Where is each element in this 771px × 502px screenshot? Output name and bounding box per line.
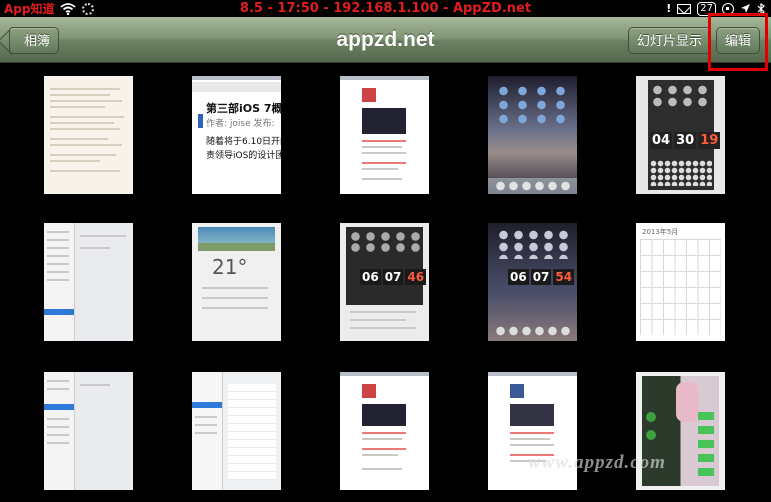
clock-digit: 06 — [360, 269, 381, 285]
photo-thumbnail[interactable]: 06 07 46 — [340, 223, 429, 341]
article-body-line: 随着将于6.10日开的V — [206, 137, 281, 147]
photo-thumbnail[interactable] — [44, 372, 133, 490]
photo-thumbnail[interactable]: 2013年5月 — [636, 223, 725, 341]
app-name-label: App知道 — [4, 2, 55, 16]
back-button-label: 相簿 — [24, 34, 51, 49]
photo-thumbnail[interactable] — [340, 372, 429, 490]
slideshow-button-label: 幻灯片显示 — [637, 34, 703, 49]
photo-thumbnail[interactable]: 06 07 54 — [488, 223, 577, 341]
article-heading: 第三部iOS 7概: — [206, 102, 281, 115]
clock-digit: 46 — [405, 269, 427, 285]
photo-grid: 第三部iOS 7概: 作者: joise 发布: 随着将于6.10日开的V 责领… — [0, 63, 771, 502]
article-body-line: 责领导iOS的设计团队 — [206, 151, 281, 161]
photo-thumbnail[interactable] — [44, 223, 133, 341]
photo-thumbnail[interactable] — [192, 372, 281, 490]
photo-thumbnail[interactable]: 21° — [192, 223, 281, 341]
activity-spinner-icon — [82, 2, 95, 15]
clock-digit: 06 — [508, 269, 529, 285]
alert-icon: ! — [666, 2, 672, 15]
photo-thumbnail[interactable] — [44, 76, 133, 194]
clock-digit: 07 — [382, 269, 404, 285]
clock-digit: 07 — [530, 269, 552, 285]
clock-digit: 19 — [698, 132, 721, 149]
mail-icon — [677, 3, 692, 14]
clock-digit: 30 — [674, 132, 697, 149]
slideshow-button[interactable]: 幻灯片显示 — [628, 27, 712, 54]
status-bar: App知道 8.5 - 17:50 - 192.168.1.100 - AppZ… — [0, 0, 771, 17]
photo-thumbnail[interactable] — [488, 76, 577, 194]
photo-thumbnail[interactable] — [340, 76, 429, 194]
photo-thumbnail[interactable]: 第三部iOS 7概: 作者: joise 发布: 随着将于6.10日开的V 责领… — [192, 76, 281, 194]
article-meta: 作者: joise 发布: — [206, 119, 275, 129]
watermark-text: www.appzd.com — [528, 452, 666, 473]
clock-digit: 54 — [553, 269, 575, 285]
albums-back-button[interactable]: 相簿 — [9, 27, 60, 54]
photo-thumbnail[interactable]: 04 30 19 — [636, 76, 725, 194]
status-center-text: 8.5 - 17:50 - 192.168.1.100 - AppZD.net — [239, 1, 532, 16]
calendar-month-title: 2013年5月 — [642, 228, 679, 236]
wifi-icon — [60, 2, 77, 15]
weather-temperature: 21° — [212, 255, 248, 279]
clock-digit: 04 — [650, 132, 673, 149]
navigation-bar: appzd.net 相簿 幻灯片显示 编辑 — [0, 17, 771, 63]
